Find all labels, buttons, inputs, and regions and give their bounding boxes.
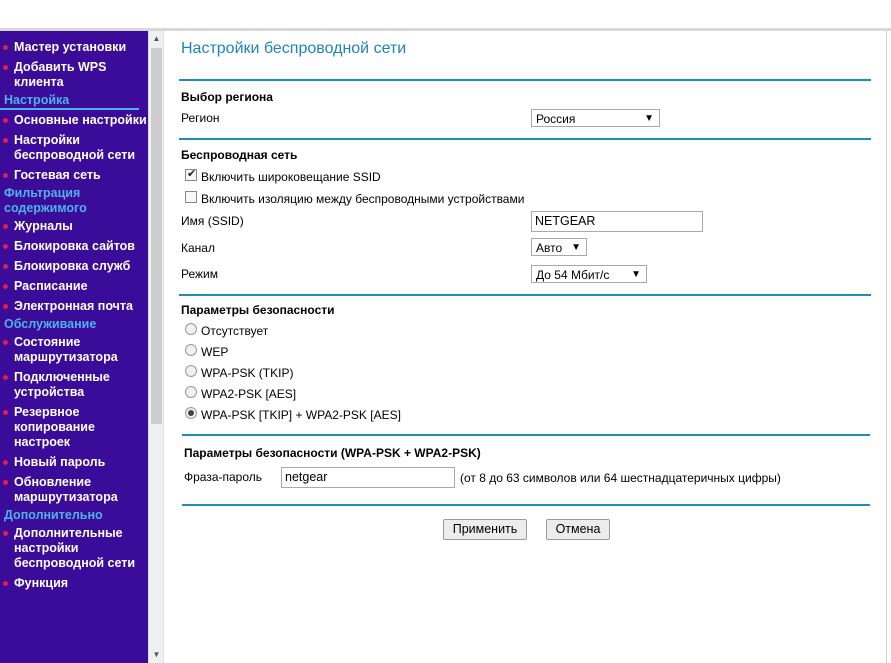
- channel-select[interactable]: Авто ▼: [531, 238, 587, 256]
- bullet-dot-icon: [3, 284, 8, 289]
- region-select[interactable]: Россия ▼: [531, 109, 660, 127]
- bullet-dot-icon: [3, 65, 8, 70]
- bullet-dot-icon: [3, 224, 8, 229]
- mode-select[interactable]: До 54 Мбит/с ▼: [531, 265, 647, 283]
- sidebar-item-email[interactable]: Электронная почта: [0, 299, 148, 314]
- bullet-dot-icon: [3, 460, 8, 465]
- ssid-input[interactable]: NETGEAR: [531, 211, 703, 232]
- bullet-dot-icon: [3, 244, 8, 249]
- isolation-checkbox[interactable]: [185, 191, 197, 203]
- divider: [179, 138, 871, 140]
- bullet-dot-icon: [3, 118, 8, 123]
- sidebar-section-maintenance: Обслуживание: [4, 317, 97, 331]
- psk-section-title: Параметры безопасности (WPA-PSK + WPA2-P…: [184, 446, 481, 460]
- divider: [182, 434, 870, 436]
- bullet-dot-icon: [3, 138, 8, 143]
- divider: [179, 294, 871, 296]
- security-radio-none[interactable]: [185, 323, 197, 335]
- bullet-dot-icon: [3, 340, 8, 345]
- bullet-dot-icon: [3, 410, 8, 415]
- wireless-section-title: Беспроводная сеть: [181, 148, 298, 162]
- bullet-dot-icon: [3, 173, 8, 178]
- bullet-dot-icon: [3, 581, 8, 586]
- apply-button[interactable]: Применить: [443, 519, 527, 540]
- divider: [179, 79, 871, 81]
- security-option-label: WEP: [201, 345, 229, 359]
- sidebar-section-advanced: Дополнительно: [4, 508, 103, 522]
- sidebar-section-setup: Настройка: [0, 93, 139, 110]
- sidebar-item-advanced-wireless[interactable]: Дополнительные настройки беспроводной се…: [0, 526, 148, 571]
- bullet-dot-icon: [3, 264, 8, 269]
- browser-top-bar: [0, 0, 891, 31]
- sidebar: Мастер установки Добавить WPS клиента На…: [0, 31, 148, 663]
- ssid-label: Имя (SSID): [181, 214, 244, 228]
- sidebar-item-function[interactable]: Функция: [0, 576, 148, 591]
- sidebar-item-setup-wizard[interactable]: Мастер установки: [0, 40, 148, 55]
- bullet-dot-icon: [3, 304, 8, 309]
- sidebar-section-content-filtering: Фильтрация содержимого: [4, 186, 87, 215]
- sidebar-item-basic-settings[interactable]: Основные настройки: [0, 113, 148, 128]
- bullet-dot-icon: [3, 45, 8, 50]
- divider: [182, 504, 870, 506]
- security-option-label: Отсутствует: [201, 324, 269, 338]
- region-section-title: Выбор региона: [181, 90, 273, 104]
- sidebar-item-backup-settings[interactable]: Резервное копирование настроек: [0, 405, 148, 450]
- sidebar-item-attached-devices[interactable]: Подключенные устройства: [0, 370, 148, 400]
- security-option-label: WPA-PSK [TKIP] + WPA2-PSK [AES]: [201, 408, 401, 422]
- sidebar-item-logs[interactable]: Журналы: [0, 219, 148, 234]
- security-option-label: WPA2-PSK [AES]: [201, 387, 297, 401]
- dropdown-arrow-icon: ▼: [631, 269, 641, 280]
- security-radio-wpa-wpa2-mixed[interactable]: [185, 407, 197, 419]
- isolation-label: Включить изоляцию между беспроводными ус…: [201, 192, 525, 206]
- passphrase-input[interactable]: netgear: [281, 467, 455, 488]
- sidebar-item-add-wps[interactable]: Добавить WPS клиента: [0, 60, 148, 90]
- sidebar-item-guest-network[interactable]: Гостевая сеть: [0, 168, 148, 183]
- ssid-broadcast-label: Включить широковещание SSID: [201, 170, 381, 184]
- sidebar-item-router-update[interactable]: Обновление маршрутизатора: [0, 475, 148, 505]
- content-panel: Настройки беспроводной сети Выбор регион…: [163, 31, 887, 663]
- region-label: Регион: [181, 111, 220, 125]
- dropdown-arrow-icon: ▼: [644, 113, 654, 124]
- passphrase-label: Фраза-пароль: [184, 470, 263, 484]
- ssid-broadcast-checkbox[interactable]: ✔: [185, 168, 197, 181]
- sidebar-item-block-sites[interactable]: Блокировка сайтов: [0, 239, 148, 254]
- security-radio-wpa-psk-tkip[interactable]: [185, 365, 197, 377]
- cancel-button[interactable]: Отмена: [546, 519, 610, 540]
- sidebar-item-set-password[interactable]: Новый пароль: [0, 455, 148, 470]
- bullet-dot-icon: [3, 531, 8, 536]
- security-section-title: Параметры безопасности: [181, 303, 335, 317]
- scroll-down-arrow-icon[interactable]: ▼: [149, 647, 164, 663]
- mode-label: Режим: [181, 267, 218, 281]
- checkmark-icon: ✔: [187, 168, 197, 180]
- sidebar-item-wireless-settings[interactable]: Настройки беспроводной сети: [0, 133, 148, 163]
- bullet-dot-icon: [3, 375, 8, 380]
- radio-selected-dot: [188, 410, 194, 416]
- dropdown-arrow-icon: ▼: [571, 242, 581, 253]
- page-title: Настройки беспроводной сети: [181, 40, 407, 57]
- sidebar-item-schedule[interactable]: Расписание: [0, 279, 148, 294]
- channel-label: Канал: [181, 241, 215, 255]
- sidebar-item-router-status[interactable]: Состояние маршрутизатора: [0, 335, 148, 365]
- sidebar-scrollbar[interactable]: ▲ ▼: [148, 31, 164, 663]
- scroll-up-arrow-icon[interactable]: ▲: [149, 31, 164, 47]
- security-option-label: WPA-PSK (TKIP): [201, 366, 294, 380]
- sidebar-nav: Мастер установки Добавить WPS клиента На…: [0, 31, 148, 591]
- security-radio-wpa2-psk-aes[interactable]: [185, 386, 197, 398]
- scroll-thumb[interactable]: [151, 48, 162, 424]
- passphrase-hint: (от 8 до 63 символов или 64 шестнадцатер…: [460, 471, 781, 485]
- security-radio-wep[interactable]: [185, 344, 197, 356]
- bullet-dot-icon: [3, 480, 8, 485]
- sidebar-item-block-services[interactable]: Блокировка служб: [0, 259, 148, 274]
